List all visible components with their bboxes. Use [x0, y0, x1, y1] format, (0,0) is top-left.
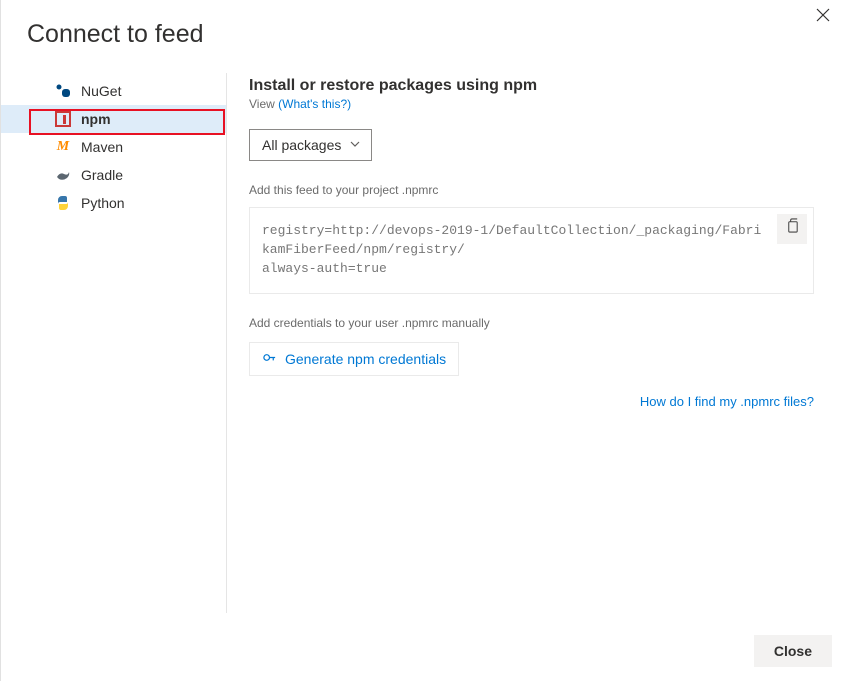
sidebar-item-label: Gradle [81, 167, 123, 183]
npmrc-code-block: registry=http://devops-2019-1/DefaultCol… [249, 207, 814, 294]
copy-icon [785, 218, 800, 240]
section-label-user-npmrc: Add credentials to your user .npmrc manu… [249, 316, 814, 330]
key-icon [262, 350, 277, 368]
sidebar-item-gradle[interactable]: Gradle [1, 161, 226, 189]
whats-this-link[interactable]: (What's this?) [278, 97, 351, 111]
dialog-title: Connect to feed [1, 0, 850, 49]
view-label: View [249, 97, 278, 111]
sidebar-item-label: Python [81, 195, 125, 211]
generate-credentials-label: Generate npm credentials [285, 351, 446, 367]
sidebar-item-label: NuGet [81, 83, 121, 99]
connect-to-feed-dialog: Connect to feed NuGet npm M Maven [0, 0, 850, 681]
view-line: View (What's this?) [249, 97, 814, 111]
sidebar: NuGet npm M Maven Gradle [1, 73, 227, 613]
sidebar-item-maven[interactable]: M Maven [1, 133, 226, 161]
gradle-icon [55, 167, 71, 183]
main-panel: Install or restore packages using npm Vi… [227, 73, 850, 613]
nuget-icon [55, 83, 71, 99]
copy-button[interactable] [777, 214, 807, 244]
sidebar-item-label: Maven [81, 139, 123, 155]
generate-credentials-button[interactable]: Generate npm credentials [249, 342, 459, 376]
main-heading: Install or restore packages using npm [249, 77, 814, 95]
sidebar-item-python[interactable]: Python [1, 189, 226, 217]
sidebar-item-npm[interactable]: npm [1, 105, 226, 133]
dropdown-selected: All packages [262, 137, 341, 153]
npm-icon [55, 111, 71, 127]
code-line: registry=http://devops-2019-1/DefaultCol… [262, 222, 767, 260]
close-button[interactable]: Close [754, 635, 832, 667]
python-icon [55, 195, 71, 211]
view-dropdown[interactable]: All packages [249, 129, 372, 161]
sidebar-item-label: npm [81, 111, 111, 127]
maven-icon: M [55, 139, 71, 155]
find-npmrc-help-link[interactable]: How do I find my .npmrc files? [640, 394, 814, 409]
chevron-down-icon [349, 137, 361, 153]
code-line: always-auth=true [262, 260, 767, 279]
section-label-project-npmrc: Add this feed to your project .npmrc [249, 183, 814, 197]
sidebar-item-nuget[interactable]: NuGet [1, 77, 226, 105]
close-icon[interactable] [816, 8, 836, 28]
